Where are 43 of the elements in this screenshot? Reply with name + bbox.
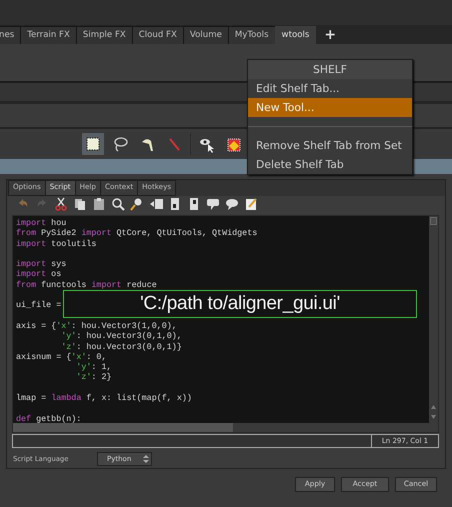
tool-button[interactable] <box>82 133 104 155</box>
speech-bubble-icon[interactable] <box>205 196 221 212</box>
shelf-tab[interactable]: Terrain FX <box>20 26 77 44</box>
code-line: import os <box>16 269 62 280</box>
shelf-tab[interactable]: Simple FX <box>76 26 133 44</box>
code-editor[interactable] <box>12 214 439 433</box>
shelf-tab[interactable]: MyTools <box>228 26 276 44</box>
vertical-scrollbar[interactable] <box>429 216 438 423</box>
menu-item[interactable]: New Tool... <box>248 98 412 117</box>
code-line: 'z': hou.Vector3(0,0,1)} <box>60 342 182 352</box>
code-line: axis = {'x': hou.Vector3(1,0,0), <box>16 320 177 331</box>
menu-item[interactable]: Remove Shelf Tab from Set <box>248 136 412 155</box>
code-line: ui_file = <box>16 300 62 310</box>
shelf-tab[interactable]: Cloud FX <box>132 26 184 44</box>
code-line: import sys <box>16 259 66 270</box>
speech-bubble-icon[interactable] <box>224 196 240 212</box>
shelf-tab[interactable]: Volume <box>182 26 229 44</box>
code-line: from PySide2 import QtCore, QtUiTools, QtWidgets <box>16 228 258 238</box>
notepad-icon[interactable] <box>243 196 259 212</box>
code-line: 'y': 1, <box>75 362 112 372</box>
code-line: import toolutils <box>16 238 96 249</box>
shelf-tab[interactable]: wtools <box>274 26 316 44</box>
shelf-tab[interactable]: nes <box>0 26 22 44</box>
scrollbar-thumb[interactable] <box>13 422 233 432</box>
copy-icon[interactable] <box>72 196 88 212</box>
updown-arrow-icon <box>141 453 151 466</box>
menu-item[interactable]: Delete Shelf Tab <box>248 155 412 174</box>
code-line: 'y': hou.Vector3(0,1,0), <box>60 331 182 342</box>
code-line: axisnum = {'x': 0, <box>16 352 106 362</box>
code-line: from functools import reduce <box>16 280 157 290</box>
paste-icon[interactable] <box>91 196 107 212</box>
menu-item[interactable]: Edit Shelf Tab... <box>248 79 412 98</box>
select-box-icon <box>84 135 102 153</box>
path-overlay: 'C:/path to/aligner_gui.ui' <box>63 290 417 318</box>
code-line: lmap = lambda f, x: list(map(f, x)) <box>16 392 192 403</box>
code-line: def getbb(n): <box>16 414 82 423</box>
add-tab-button[interactable]: + <box>316 26 344 44</box>
code-line: 'z': 2} <box>75 372 112 382</box>
grip-icon <box>429 216 438 226</box>
code-line: import hou <box>16 218 66 228</box>
menu-title: SHELF <box>248 60 412 79</box>
search-icon[interactable] <box>110 196 126 212</box>
scissors-icon[interactable] <box>53 196 69 212</box>
